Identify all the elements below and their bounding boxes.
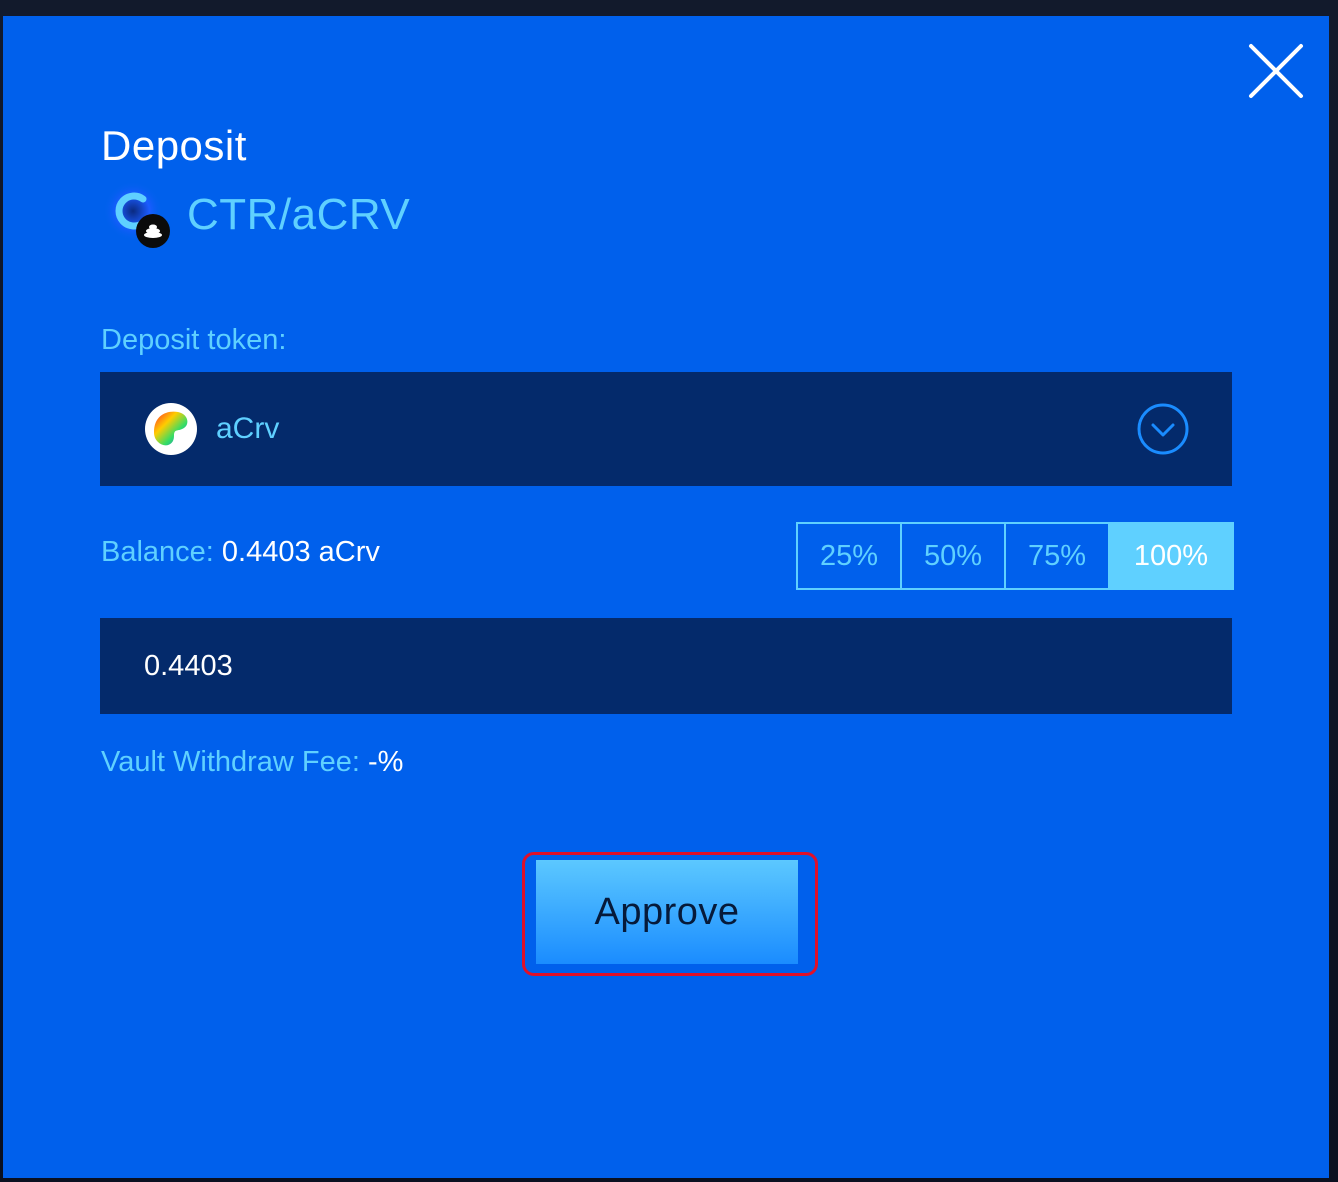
percent-selector: 25% 50% 75% 100% [796, 522, 1234, 590]
percent-100-button[interactable]: 100% [1110, 524, 1232, 588]
ctr-acrv-pair-icon [101, 179, 173, 251]
pair-name: CTR/aCRV [187, 190, 411, 239]
amount-input[interactable] [100, 618, 1232, 714]
fee-value: -% [368, 746, 404, 778]
percent-25-button[interactable]: 25% [798, 524, 902, 588]
fee-label: Vault Withdraw Fee: [101, 746, 360, 778]
percent-50-button[interactable]: 50% [902, 524, 1006, 588]
chevron-down-circle-icon[interactable] [1136, 402, 1190, 456]
selected-token-name: aCrv [216, 412, 280, 445]
percent-75-button[interactable]: 75% [1006, 524, 1110, 588]
vault-withdraw-fee: Vault Withdraw Fee: -% [101, 746, 403, 779]
balance-label: Balance: [101, 536, 214, 568]
close-button[interactable] [1245, 40, 1307, 102]
acrv-token-icon [144, 402, 198, 456]
balance-display: Balance: 0.4403 aCrv [101, 536, 380, 569]
deposit-modal: Deposit CTR/aCRV Deposit token: aCrv Bal… [3, 16, 1329, 1178]
approve-button[interactable]: Approve [536, 860, 798, 964]
pair-header: CTR/aCRV [101, 180, 410, 250]
modal-title: Deposit [101, 122, 247, 169]
deposit-token-label: Deposit token: [101, 324, 287, 356]
deposit-token-select[interactable]: aCrv [100, 372, 1232, 486]
close-icon [1249, 44, 1303, 98]
balance-value: 0.4403 aCrv [221, 536, 380, 568]
